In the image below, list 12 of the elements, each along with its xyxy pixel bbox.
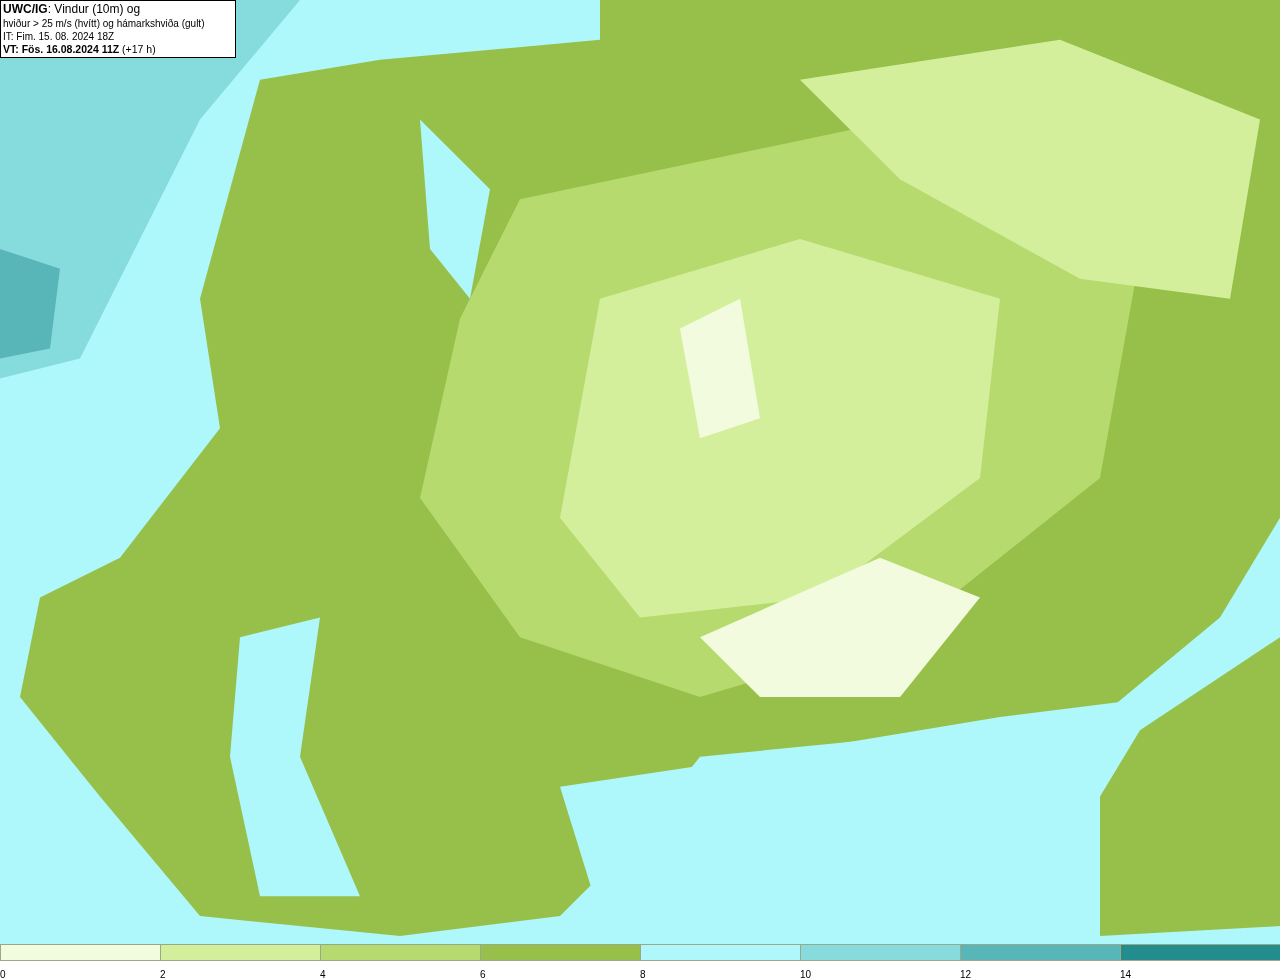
legend-label: 10: [800, 969, 812, 978]
legend-label: 2: [160, 969, 166, 978]
legend-label: 0: [0, 969, 6, 978]
legend-label: 6: [480, 969, 486, 978]
title-line: IT: Fim. 15. 08. 2024 18Z: [3, 30, 116, 43]
legend-label: 4: [320, 969, 326, 978]
legend-label: 14: [1120, 969, 1132, 978]
title-line: UWC/IG: Vindur (10m) og: [3, 2, 142, 17]
title-line: VT: Fös. 16.08.2024 11Z (+17 h): [3, 43, 157, 56]
legend-label: 8: [640, 969, 646, 978]
legend-label: 12: [960, 969, 972, 978]
title-line: hviður > 25 m/s (hvítt) og hámarkshviða (gult): [3, 17, 206, 30]
